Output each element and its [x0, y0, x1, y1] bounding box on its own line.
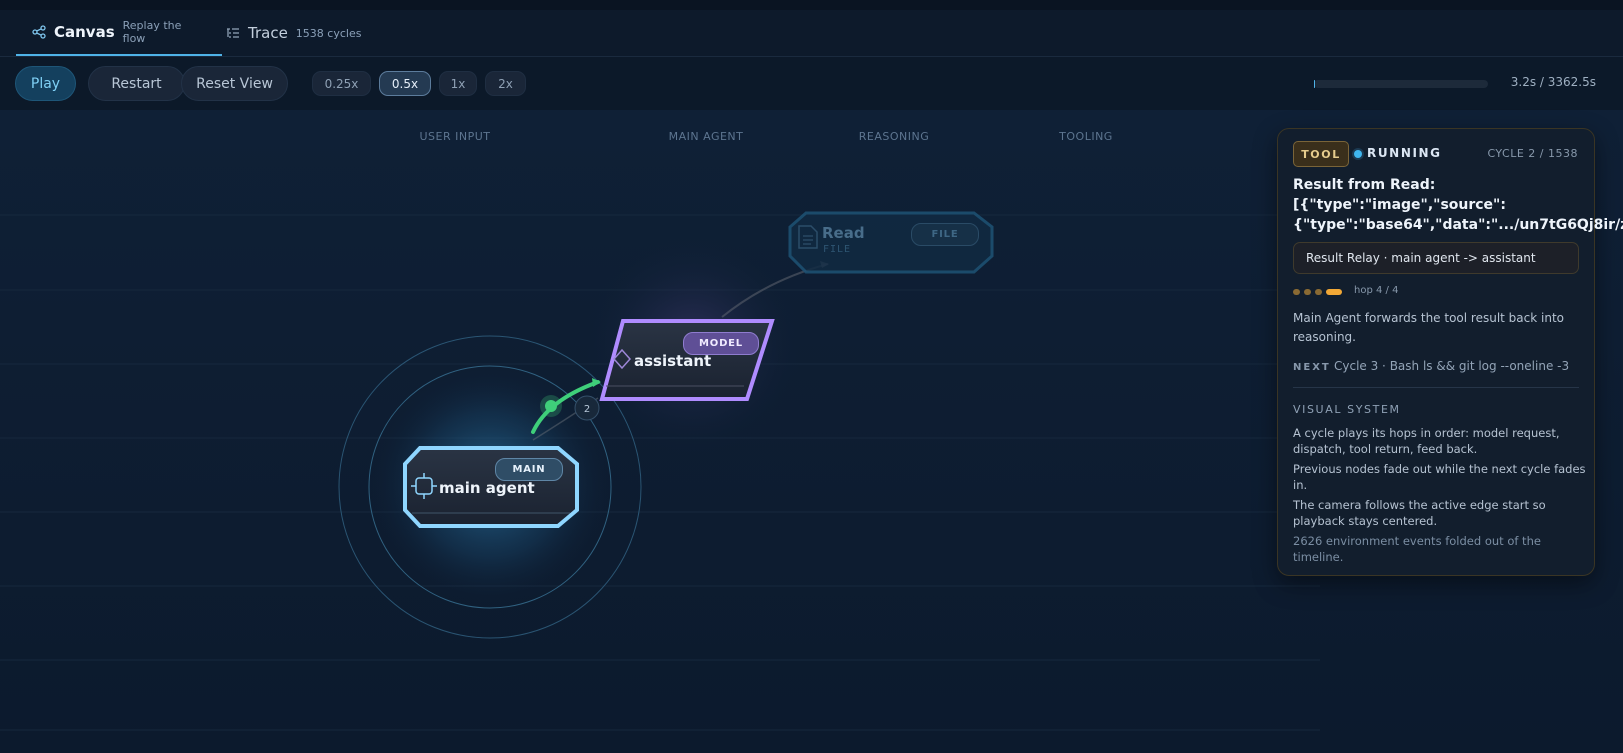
tab-trace-subtitle: 1538 cycles	[295, 26, 362, 40]
play-button[interactable]: Play	[15, 66, 76, 101]
hop-progress	[1293, 289, 1342, 295]
read-node-badge: FILE	[911, 223, 979, 246]
read-node-label[interactable]: Read	[822, 224, 865, 242]
tab-canvas[interactable]: Canvas Replay the flow	[16, 10, 222, 56]
hop-counter: hop 4 / 4	[1354, 285, 1399, 296]
main-agent-node-label[interactable]: main agent	[439, 479, 535, 497]
visual-system-line-2: Previous nodes fade out while the next c…	[1293, 462, 1586, 492]
tab-canvas-subtitle: Replay the flow	[122, 19, 182, 45]
hop-dot-4-active	[1326, 289, 1342, 295]
visual-system-line-1: A cycle plays its hops in order: model r…	[1293, 426, 1560, 456]
edge-count-label: 2	[584, 404, 590, 415]
reset-view-button[interactable]: Reset View	[181, 66, 288, 101]
main-agent-node-badge: MAIN	[495, 458, 563, 481]
speed-0-25x-button[interactable]: 0.25x	[312, 71, 371, 96]
tab-trace[interactable]: Trace 1538 cycles	[226, 10, 361, 56]
tab-canvas-label: Canvas	[54, 23, 115, 41]
cycle-counter: CYCLE 2 / 1538	[1487, 147, 1578, 160]
next-cycle-value: Cycle 3 · Bash ls && git log --oneline -…	[1334, 359, 1570, 373]
playback-time: 3.2s / 3362.5s	[1510, 75, 1596, 89]
playback-progress-bar[interactable]	[1314, 80, 1488, 88]
read-node-sublabel: FILE	[823, 244, 852, 255]
event-description: Main Agent forwards the tool result back…	[1293, 311, 1564, 344]
running-status-dot	[1354, 150, 1362, 158]
status-label: RUNNING	[1367, 146, 1442, 160]
tool-kind-badge: TOOL	[1293, 141, 1349, 167]
hop-dot-2	[1304, 289, 1311, 295]
speed-1x-button[interactable]: 1x	[439, 71, 477, 96]
event-title: Result from Read: [{"type":"image","sour…	[1293, 177, 1623, 233]
restart-button[interactable]: Restart	[88, 66, 185, 101]
speed-2x-button[interactable]: 2x	[485, 71, 526, 96]
visual-system-line-4: 2626 environment events folded out of th…	[1293, 534, 1541, 564]
list-tree-icon	[226, 26, 240, 40]
next-label: NEXT	[1293, 362, 1331, 373]
visual-system-line-3: The camera follows the active edge start…	[1293, 498, 1546, 528]
tab-trace-label: Trace	[248, 24, 288, 42]
speed-0-5x-button[interactable]: 0.5x	[379, 71, 431, 96]
hop-dot-3	[1315, 289, 1322, 295]
relay-chip: Result Relay · main agent -> assistant	[1293, 242, 1579, 274]
window-top-strip	[0, 0, 1623, 10]
tab-bar: Canvas Replay the flow Trace 1538 cycles	[0, 10, 1623, 57]
cycle-detail-panel: TOOL RUNNING CYCLE 2 / 1538 Result from …	[1277, 128, 1623, 576]
share-nodes-icon	[32, 25, 46, 39]
hop-dot-1	[1293, 289, 1300, 295]
panel-divider	[1293, 387, 1579, 388]
assistant-node-badge: MODEL	[683, 332, 759, 355]
visual-system-heading: VISUAL SYSTEM	[1293, 403, 1401, 416]
